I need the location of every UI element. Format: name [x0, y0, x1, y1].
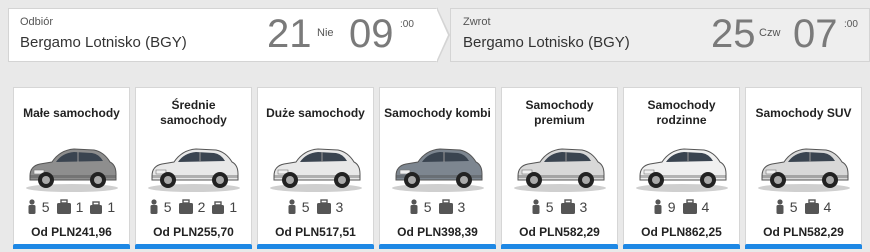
- passenger-icon: [150, 199, 158, 214]
- passenger-count: 9: [667, 199, 676, 215]
- car-image: [758, 148, 850, 192]
- car-category-card[interactable]: Samochody premium 5 3 Od PLN582,29: [501, 87, 618, 249]
- pickup-arrow: [436, 8, 448, 62]
- category-price: Od PLN582,29: [763, 225, 844, 239]
- car-category-card[interactable]: Samochody SUV 5 4 Od PLN582,29: [745, 87, 862, 249]
- small-luggage-count: 1: [107, 199, 116, 215]
- card-accent-bar: [13, 244, 130, 249]
- capacity-row: 5 3: [380, 198, 495, 216]
- passenger-count: 5: [545, 199, 554, 215]
- pickup-hour: 09: [349, 12, 394, 56]
- large-luggage-icon: [682, 199, 697, 214]
- passenger-count: 5: [41, 199, 50, 215]
- return-weekday: Czw: [759, 27, 781, 39]
- capacity-row: 5 4: [746, 198, 861, 216]
- small-luggage-icon: [90, 201, 103, 214]
- search-summary-bar: Odbiór Bergamo Lotnisko (BGY) 21 Nie 09 …: [8, 7, 870, 63]
- category-price: Od PLN862,25: [641, 225, 722, 239]
- return-panel[interactable]: Zwrot Bergamo Lotnisko (BGY) 25 Czw 07 :…: [450, 8, 870, 62]
- passenger-icon: [532, 199, 540, 214]
- return-location: Bergamo Lotnisko (BGY): [463, 34, 630, 51]
- return-minutes: :00: [844, 19, 858, 30]
- car-category-card[interactable]: Samochody rodzinne 9 4 Od PLN862,25: [623, 87, 740, 249]
- car-image: [270, 148, 362, 192]
- card-accent-bar: [745, 244, 862, 249]
- return-day-number: 25: [711, 12, 756, 56]
- pickup-location: Bergamo Lotnisko (BGY): [20, 34, 187, 51]
- category-title: Samochody kombi: [384, 105, 491, 120]
- car-image: [514, 148, 606, 192]
- category-price: Od PLN517,51: [275, 225, 356, 239]
- car-category-card[interactable]: Samochody kombi 5 3 Od PLN398,39: [379, 87, 496, 249]
- category-title: Samochody rodzinne: [647, 98, 716, 127]
- category-price: Od PLN241,96: [31, 225, 112, 239]
- pickup-weekday: Nie: [317, 27, 334, 39]
- car-category-card[interactable]: Duże samochody 5 3 Od PLN517,51: [257, 87, 374, 249]
- capacity-row: 5 1 1: [14, 198, 129, 216]
- category-title: Średnie samochody: [160, 98, 227, 127]
- large-luggage-count: 3: [457, 199, 466, 215]
- pickup-minutes: :00: [400, 19, 414, 30]
- passenger-count: 5: [301, 199, 310, 215]
- large-luggage-icon: [804, 199, 819, 214]
- passenger-icon: [654, 199, 662, 214]
- capacity-row: 5 3: [502, 198, 617, 216]
- car-image: [148, 148, 240, 192]
- large-luggage-count: 3: [579, 199, 588, 215]
- category-title: Samochody SUV: [755, 105, 852, 120]
- large-luggage-count: 3: [335, 199, 344, 215]
- car-image: [26, 148, 118, 192]
- car-category-card[interactable]: Małe samochody 5 1 1 Od PLN241,96: [13, 87, 130, 249]
- large-luggage-icon: [560, 199, 575, 214]
- large-luggage-count: 4: [823, 199, 832, 215]
- passenger-icon: [776, 199, 784, 214]
- passenger-count: 5: [423, 199, 432, 215]
- pickup-panel[interactable]: Odbiór Bergamo Lotnisko (BGY) 21 Nie 09 …: [8, 8, 438, 62]
- pickup-day-number: 21: [267, 12, 312, 56]
- card-accent-bar: [501, 244, 618, 249]
- capacity-row: 9 4: [624, 198, 739, 216]
- car-category-card[interactable]: Średnie samochody 5 2 1 Od PLN255,70: [135, 87, 252, 249]
- car-image: [392, 148, 484, 192]
- pickup-label: Odbiór: [20, 16, 54, 28]
- category-price: Od PLN255,70: [153, 225, 234, 239]
- return-hour: 07: [793, 12, 838, 56]
- category-title: Małe samochody: [23, 105, 120, 120]
- card-accent-bar: [623, 244, 740, 249]
- return-label: Zwrot: [463, 16, 491, 28]
- capacity-row: 5 3: [258, 198, 373, 216]
- card-accent-bar: [135, 244, 252, 249]
- passenger-count: 5: [163, 199, 172, 215]
- passenger-icon: [410, 199, 418, 214]
- large-luggage-icon: [178, 199, 193, 214]
- large-luggage-count: 1: [75, 199, 84, 215]
- passenger-icon: [288, 199, 296, 214]
- small-luggage-icon: [212, 201, 225, 214]
- card-accent-bar: [379, 244, 496, 249]
- category-title: Samochody premium: [525, 98, 594, 127]
- large-luggage-count: 2: [197, 199, 206, 215]
- category-price: Od PLN398,39: [397, 225, 478, 239]
- card-accent-bar: [257, 244, 374, 249]
- passenger-icon: [28, 199, 36, 214]
- large-luggage-icon: [56, 199, 71, 214]
- category-price: Od PLN582,29: [519, 225, 600, 239]
- passenger-count: 5: [789, 199, 798, 215]
- category-title: Duże samochody: [266, 105, 365, 120]
- large-luggage-icon: [316, 199, 331, 214]
- car-image: [636, 148, 728, 192]
- capacity-row: 5 2 1: [136, 198, 251, 216]
- large-luggage-count: 4: [701, 199, 710, 215]
- small-luggage-count: 1: [229, 199, 238, 215]
- large-luggage-icon: [438, 199, 453, 214]
